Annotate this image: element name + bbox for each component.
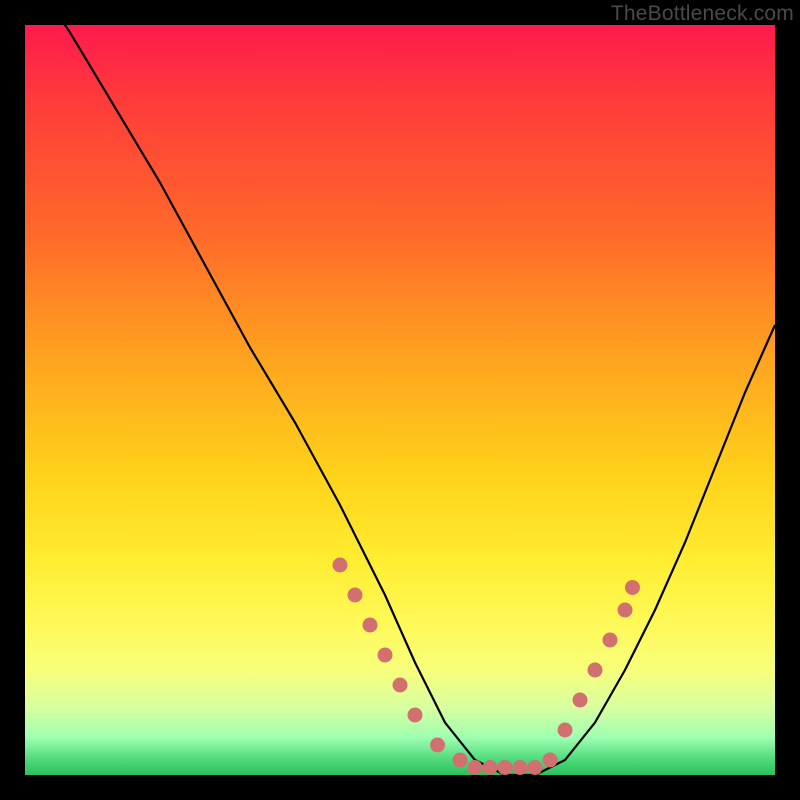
marker-dot bbox=[528, 760, 543, 775]
marker-dot bbox=[603, 633, 618, 648]
marker-dot bbox=[588, 663, 603, 678]
marker-dot bbox=[558, 723, 573, 738]
marker-dot bbox=[393, 678, 408, 693]
marker-dot bbox=[333, 558, 348, 573]
marker-dot bbox=[363, 618, 378, 633]
marker-dot bbox=[513, 760, 528, 775]
marker-dot bbox=[430, 738, 445, 753]
bottleneck-curve bbox=[25, 0, 775, 775]
marker-dot bbox=[543, 753, 558, 768]
outer-frame: TheBottleneck.com bbox=[0, 0, 800, 800]
marker-dot bbox=[618, 603, 633, 618]
marker-dot bbox=[453, 753, 468, 768]
plot-area bbox=[25, 25, 775, 775]
marker-dot bbox=[378, 648, 393, 663]
marker-dot bbox=[498, 760, 513, 775]
marker-dot bbox=[573, 693, 588, 708]
marker-dot bbox=[483, 760, 498, 775]
marker-dot bbox=[408, 708, 423, 723]
marker-dots bbox=[333, 558, 641, 776]
chart-svg bbox=[25, 25, 775, 775]
marker-dot bbox=[625, 580, 640, 595]
watermark-text: TheBottleneck.com bbox=[611, 2, 794, 26]
marker-dot bbox=[348, 588, 363, 603]
marker-dot bbox=[468, 760, 483, 775]
